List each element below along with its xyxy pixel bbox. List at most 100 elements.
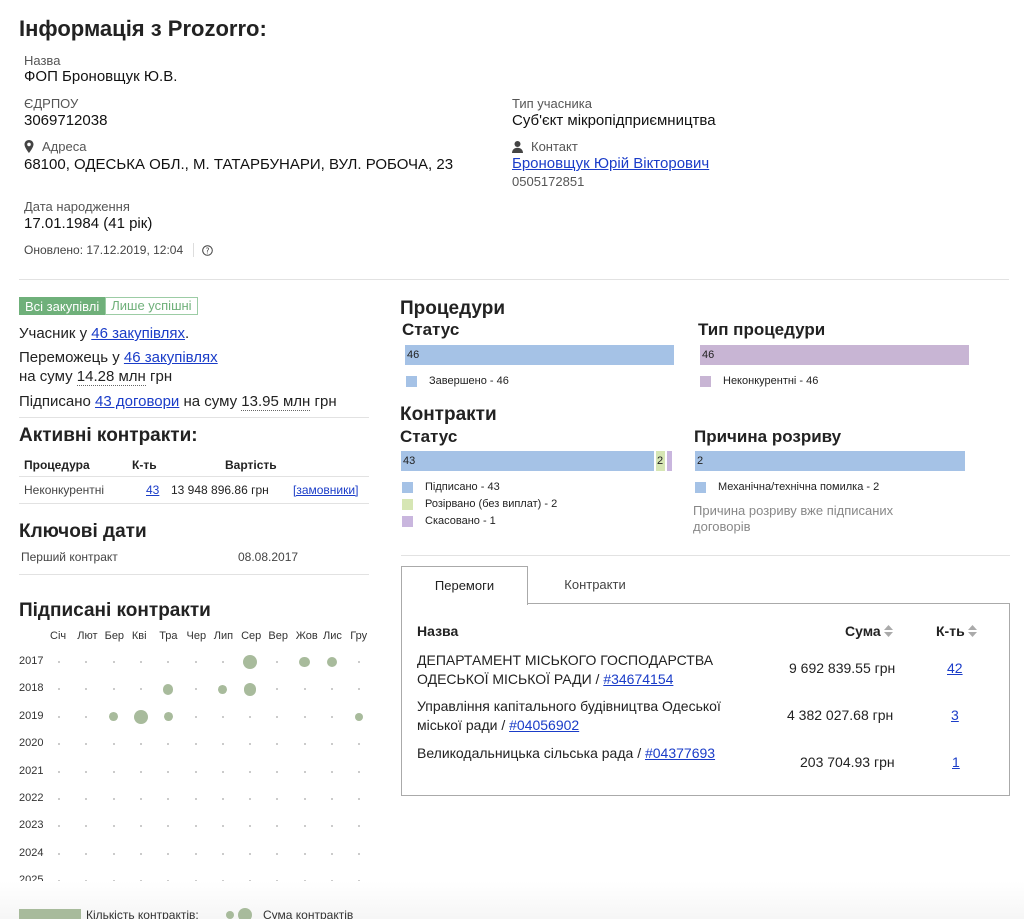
heatmap-empty-cell <box>303 798 306 800</box>
legend-count-label: Кількість контрактів: <box>86 908 199 919</box>
signed-contracts-title: Підписані контракти <box>19 600 211 621</box>
buyer-code-link[interactable]: #04377693 <box>645 745 715 761</box>
signed-link[interactable]: 43 договори <box>95 393 179 410</box>
divider <box>19 503 369 504</box>
buyer-sum: 9 692 839.55 грн <box>789 660 896 676</box>
heatmap-empty-cell <box>112 798 115 800</box>
customers-link[interactable]: [замовники] <box>293 483 358 497</box>
procurement-filter: Всі закупівлі Лише успішні <box>19 297 198 315</box>
heatmap-month-label: Січ <box>50 630 67 642</box>
heatmap-empty-cell <box>249 852 252 855</box>
edrpou-label: ЄДРПОУ <box>24 96 79 111</box>
wins-col-sum[interactable]: Сума <box>845 623 893 639</box>
heatmap-empty-cell <box>167 852 170 855</box>
winner-sum-row: на суму 14.28 млн грн <box>19 368 172 386</box>
buyer-sum: 203 704.93 грн <box>800 754 895 770</box>
active-contracts-col-value: Вартість <box>225 458 277 472</box>
procedures-title: Процедури <box>400 298 506 319</box>
heatmap-contract-dot[interactable] <box>326 656 338 668</box>
contracts-status-title: Статус <box>400 427 458 446</box>
tab-contracts[interactable]: Контракти <box>528 566 662 604</box>
page-title: Інформація з Prozorro: <box>19 16 267 41</box>
heatmap-contract-dot[interactable] <box>299 656 310 668</box>
legend-sum-label: Сума контрактів <box>263 908 354 919</box>
heatmap-empty-cell <box>221 661 224 663</box>
heatmap-empty-cell <box>112 825 115 828</box>
heatmap-empty-cell <box>276 743 279 746</box>
table-row: ДЕПАРТАМЕНТ МІСЬКОГО ГОСПОДАРСТВА ОДЕСЬК… <box>417 651 767 689</box>
participant-link[interactable]: 46 закупівлях <box>91 325 185 342</box>
buyer-count-link[interactable]: 3 <box>951 707 959 723</box>
heatmap-empty-cell <box>85 743 88 746</box>
participant-suffix: . <box>185 325 190 342</box>
buyer-count-link[interactable]: 1 <box>952 754 960 770</box>
heatmap-empty-cell <box>58 715 60 718</box>
address-label: Адреса <box>42 139 87 154</box>
heatmap-empty-cell <box>58 852 60 855</box>
heatmap-month-label: Вер <box>268 630 288 642</box>
filter-all-button[interactable]: Всі закупівлі <box>19 297 106 315</box>
wins-col-count-label: К-ть <box>936 623 965 639</box>
heatmap-contract-dot[interactable] <box>133 709 148 724</box>
participant-summary: Учасник у 46 закупівлях. <box>19 325 189 342</box>
contact-label-row: Контакт <box>512 139 578 154</box>
buyer-count-link[interactable]: 42 <box>947 660 963 676</box>
legend-count-swatch <box>19 909 81 919</box>
contact-label: Контакт <box>531 139 578 154</box>
heatmap-empty-cell <box>303 825 306 828</box>
heatmap-year-label: 2023 <box>19 819 44 832</box>
heatmap-empty-cell <box>167 770 170 773</box>
heatmap-empty-cell <box>358 661 361 663</box>
signed-summary: Підписано 43 договори на суму 13.95 млн … <box>19 393 337 411</box>
birth-label: Дата народження <box>24 199 130 214</box>
heatmap-empty-cell <box>112 688 115 691</box>
heatmap-month-label: Сер <box>241 630 262 642</box>
table-row-value: 13 948 896.86 грн <box>171 483 269 497</box>
tab-wins[interactable]: Перемоги <box>401 566 528 605</box>
buyer-code-link[interactable]: #34674154 <box>603 671 673 687</box>
heatmap-empty-cell <box>249 743 252 746</box>
address-label-row: Адреса <box>24 139 86 154</box>
buyer-code-link[interactable]: #04056902 <box>509 717 579 733</box>
table-row-count-link[interactable]: 43 <box>146 483 159 497</box>
procedures-type-title: Тип процедури <box>698 320 826 339</box>
legend-swatch <box>402 498 413 510</box>
filter-success-button[interactable]: Лише успішні <box>105 297 198 315</box>
winner-link[interactable]: 46 закупівлях <box>124 349 218 366</box>
heatmap-contract-dot[interactable] <box>355 712 364 721</box>
heatmap-empty-cell <box>331 852 333 855</box>
heatmap-empty-cell <box>221 715 224 718</box>
heatmap-contract-dot[interactable] <box>243 655 258 669</box>
winner-prefix: Переможець у <box>19 349 120 366</box>
heatmap-contract-dot[interactable] <box>243 683 257 696</box>
birth-value: 17.01.1984 (41 рік) <box>24 215 153 232</box>
address-value: 68100, ОДЕСЬКА ОБЛ., М. ТАТАРБУНАРИ, ВУЛ… <box>24 156 454 173</box>
heatmap-month-label: Гру <box>350 630 368 642</box>
heatmap-empty-cell <box>58 825 60 828</box>
heatmap-empty-cell <box>303 715 306 718</box>
contact-name-link[interactable]: Броновщук Юрій Вікторович <box>512 155 709 172</box>
contracts-legend-terminated: Розірвано (без виплат) - 2 <box>402 498 557 510</box>
heatmap-contract-dot[interactable] <box>109 712 119 722</box>
svg-text:?: ? <box>206 246 210 255</box>
legend-swatch <box>700 375 711 387</box>
legend-dot-small <box>226 911 234 919</box>
heatmap-year-label: 2024 <box>19 846 44 859</box>
heatmap-contract-dot[interactable] <box>218 684 228 694</box>
wins-col-count[interactable]: К-ть <box>936 623 977 639</box>
heatmap-contract-dot[interactable] <box>162 684 174 695</box>
heatmap-contract-dot[interactable] <box>163 712 173 722</box>
heatmap-empty-cell <box>194 688 197 691</box>
heatmap-empty-cell <box>276 770 279 773</box>
user-icon <box>512 140 523 153</box>
heatmap-empty-cell <box>358 798 361 800</box>
heatmap-empty-cell <box>276 852 279 855</box>
heatmap-empty-cell <box>112 661 115 663</box>
help-icon[interactable]: ? <box>202 244 213 256</box>
signed-unit: грн <box>314 393 337 410</box>
heatmap-year-label: 2017 <box>19 655 44 667</box>
heatmap-empty-cell <box>194 770 197 773</box>
divider <box>19 476 369 477</box>
heatmap-empty-cell <box>85 852 88 855</box>
active-contracts-col-procedure: Процедура <box>24 458 90 472</box>
